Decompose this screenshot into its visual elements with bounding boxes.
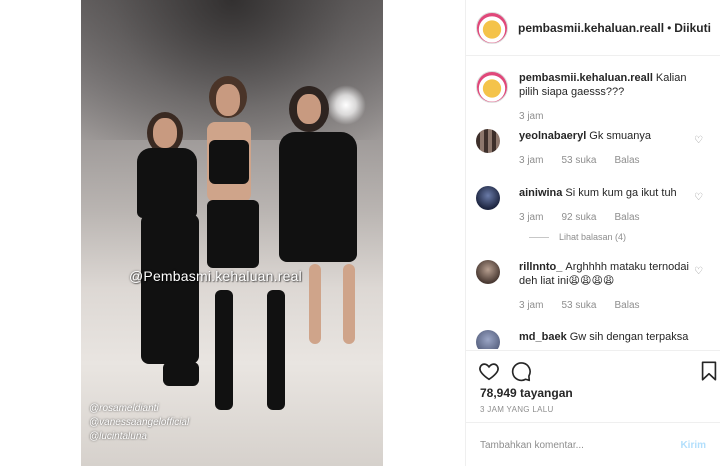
tagged-users: @rosameldianti @vanessaangelofficial @lu… bbox=[89, 402, 189, 444]
header-text: pembasmii.kehaluan.reall • Diikuti bbox=[518, 21, 711, 35]
comment-meta: 3 jam 53 suka Balas bbox=[519, 155, 658, 166]
replies-divider bbox=[529, 237, 549, 239]
post-timestamp: 3 JAM YANG LALU bbox=[480, 405, 554, 414]
comment-body: ainiwina Si kum kum ga ikut tuh bbox=[519, 186, 691, 200]
post-media: @Pembasmi.kehaluan.real @rosameldianti @… bbox=[0, 0, 465, 466]
comment-item: md_baek Gw sih dengan terpaksa bbox=[476, 330, 716, 349]
person-left-pants bbox=[141, 214, 199, 364]
comment-time: 3 jam bbox=[519, 300, 544, 311]
comments-list[interactable]: pembasmii.kehaluan.reall Kalian pilih sia… bbox=[466, 57, 720, 349]
view-count[interactable]: 78,949 tayangan bbox=[480, 386, 573, 400]
commenter-avatar[interactable] bbox=[476, 129, 500, 153]
comment-body: rillnnto_ Arghhhh mataku ternodai deh lia… bbox=[519, 260, 691, 288]
bookmark-icon[interactable] bbox=[698, 360, 720, 382]
comment-reply-button[interactable]: Balas bbox=[614, 300, 639, 311]
tag-user[interactable]: @vanessaangelofficial bbox=[89, 416, 189, 430]
person-middle-boot-right bbox=[267, 290, 285, 410]
comment-icon[interactable] bbox=[510, 360, 532, 382]
comment-reply-button[interactable]: Balas bbox=[614, 212, 639, 223]
tag-user[interactable]: @lucintaluna bbox=[89, 430, 189, 444]
caption-avatar[interactable] bbox=[476, 71, 508, 103]
person-middle-boot-left bbox=[215, 290, 233, 410]
comment-username[interactable]: md_baek bbox=[519, 331, 567, 343]
comment-username[interactable]: rillnnto_ bbox=[519, 261, 562, 273]
person-left-face bbox=[153, 118, 177, 148]
tag-user[interactable]: @rosameldianti bbox=[89, 402, 189, 416]
person-right-face bbox=[297, 94, 321, 124]
post-header: pembasmii.kehaluan.reall • Diikuti bbox=[466, 0, 720, 56]
comment-body: yeolnabaeryl Gk smuanya bbox=[519, 129, 691, 143]
comment-text: Si kum kum ga ikut tuh bbox=[565, 187, 677, 199]
person-right-leg-left bbox=[309, 264, 321, 344]
comment-username[interactable]: ainiwina bbox=[519, 187, 562, 199]
comment-likes[interactable]: 53 suka bbox=[561, 155, 596, 166]
comment-body: md_baek Gw sih dengan terpaksa bbox=[519, 330, 691, 344]
comment-text: Gw sih dengan terpaksa bbox=[569, 331, 689, 343]
comment-item: rillnnto_ Arghhhh mataku ternodai deh lia… bbox=[476, 260, 716, 320]
author-username[interactable]: pembasmii.kehaluan.reall bbox=[518, 21, 664, 35]
post-actions bbox=[466, 350, 720, 390]
comment-time: 3 jam bbox=[519, 212, 544, 223]
view-replies-label[interactable]: Lihat balasan (4) bbox=[559, 232, 626, 242]
post-caption: pembasmii.kehaluan.reall Kalian pilih sia… bbox=[476, 71, 716, 131]
comment-text: Gk smuanya bbox=[589, 130, 652, 142]
caption-time: 3 jam bbox=[519, 111, 544, 122]
comment-item: yeolnabaeryl Gk smuanya ♡ 3 jam 53 suka Bal… bbox=[476, 129, 716, 179]
studio-light bbox=[326, 85, 366, 125]
comment-like-icon[interactable]: ♡ bbox=[694, 136, 704, 146]
person-middle-skirt bbox=[207, 200, 259, 268]
comment-item: ainiwina Si kum kum ga ikut tuh ♡ 3 jam 92… bbox=[476, 186, 716, 246]
person-middle-top bbox=[209, 140, 249, 184]
person-left-shoes bbox=[163, 362, 199, 386]
caption-body: pembasmii.kehaluan.reall Kalian pilih sia… bbox=[519, 71, 691, 99]
commenter-avatar[interactable] bbox=[476, 260, 500, 284]
comment-meta: 3 jam 92 suka Balas bbox=[519, 212, 658, 223]
comment-time: 3 jam bbox=[519, 155, 544, 166]
person-left-top bbox=[137, 148, 197, 218]
comment-like-icon[interactable]: ♡ bbox=[694, 267, 704, 277]
comment-input[interactable] bbox=[480, 435, 670, 455]
post-side-panel: pembasmii.kehaluan.reall • Diikuti pembasm… bbox=[465, 0, 720, 466]
caption-meta: 3 jam bbox=[519, 111, 561, 122]
comment-meta: 3 jam 53 suka Balas bbox=[519, 300, 658, 311]
comment-likes[interactable]: 53 suka bbox=[561, 300, 596, 311]
comment-like-icon[interactable]: ♡ bbox=[694, 193, 704, 203]
commenter-avatar[interactable] bbox=[476, 330, 500, 349]
add-comment-bar: Kirim bbox=[466, 422, 720, 466]
video-player[interactable]: @Pembasmi.kehaluan.real @rosameldianti @… bbox=[81, 0, 383, 466]
author-avatar[interactable] bbox=[476, 11, 508, 44]
comment-likes[interactable]: 92 suka bbox=[561, 212, 596, 223]
person-right-dress bbox=[279, 132, 357, 262]
header-separator: • bbox=[667, 20, 672, 35]
send-comment-button[interactable]: Kirim bbox=[680, 440, 706, 451]
comment-reply-button[interactable]: Balas bbox=[614, 155, 639, 166]
follow-status-button[interactable]: Diikuti bbox=[674, 21, 711, 35]
person-right-leg-right bbox=[343, 264, 355, 344]
comment-username[interactable]: yeolnabaeryl bbox=[519, 130, 586, 142]
view-replies-button[interactable]: Lihat balasan (4) bbox=[529, 232, 626, 242]
heart-icon[interactable] bbox=[478, 360, 500, 382]
caption-username[interactable]: pembasmii.kehaluan.reall bbox=[519, 72, 653, 84]
video-watermark: @Pembasmi.kehaluan.real bbox=[129, 268, 302, 284]
commenter-avatar[interactable] bbox=[476, 186, 500, 210]
person-middle-face bbox=[216, 84, 240, 116]
